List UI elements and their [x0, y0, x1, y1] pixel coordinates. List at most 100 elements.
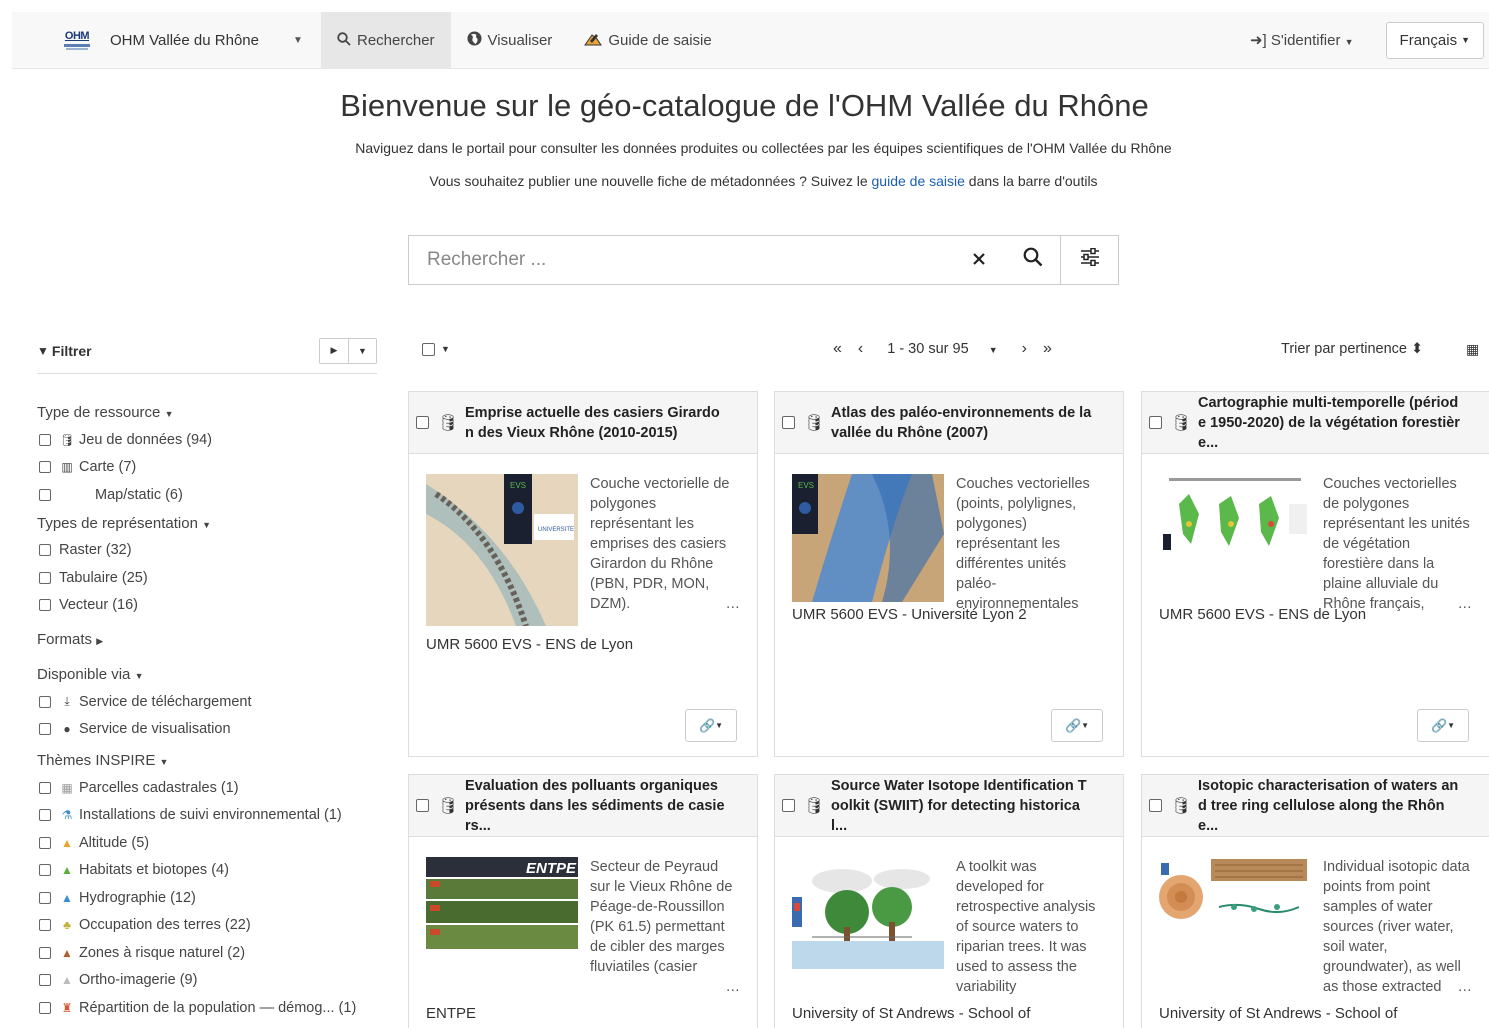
group-title: Types de représentation: [37, 514, 198, 532]
checkbox[interactable]: [39, 836, 51, 849]
group-type-ressource[interactable]: Type de ressource ▼: [37, 404, 377, 422]
card-description: Couches vectorielles (points, polylignes…: [956, 474, 1106, 614]
caret-down-icon[interactable]: ▼: [293, 35, 303, 46]
result-card[interactable]: 🛢 Atlas des paléo-environnements de la v…: [774, 391, 1124, 757]
checkbox[interactable]: [39, 544, 51, 557]
checkbox[interactable]: [39, 809, 51, 822]
card-checkbox[interactable]: [782, 799, 795, 812]
result-card[interactable]: 🛢 Source Water Isotope Identification To…: [774, 774, 1124, 1028]
caret-down-icon: ▼: [1081, 721, 1090, 730]
page-range[interactable]: 1 - 30 sur 95 ▼: [871, 341, 1013, 357]
links-dropdown[interactable]: 🔗 ▼: [1417, 709, 1469, 742]
filter-item[interactable]: ⚗ Installations de suivi environnemental …: [37, 802, 377, 830]
card-title[interactable]: Cartographie multi-temporelle (période 1…: [1198, 393, 1460, 453]
filter-item[interactable]: ▲ Hydrographie (12): [37, 884, 377, 912]
card-checkbox[interactable]: [1149, 799, 1162, 812]
filter-label: Map/static (6): [95, 486, 183, 503]
links-dropdown[interactable]: 🔗 ▼: [1051, 709, 1103, 742]
checkbox[interactable]: [39, 461, 51, 474]
card-thumbnail[interactable]: [1159, 474, 1311, 564]
search-button[interactable]: [1006, 236, 1060, 284]
card-title[interactable]: Source Water Isotope Identification Tool…: [831, 776, 1093, 836]
select-all-dropdown[interactable]: ▼: [408, 342, 450, 356]
filter-item[interactable]: Tabulaire (25): [37, 564, 377, 592]
checkbox[interactable]: [39, 723, 51, 736]
filter-item[interactable]: ♣ Occupation des terres (22): [37, 912, 377, 940]
card-thumbnail[interactable]: EVS: [792, 474, 944, 602]
checkbox[interactable]: [39, 695, 51, 708]
filter-item[interactable]: 🛢 Jeu de données (94): [37, 426, 377, 454]
result-card[interactable]: 🛢 Cartographie multi-temporelle (période…: [1141, 391, 1489, 757]
checkbox[interactable]: [39, 919, 51, 932]
card-title[interactable]: Evaluation des polluants organiques prés…: [465, 776, 727, 836]
nav-search[interactable]: Rechercher: [321, 12, 451, 68]
card-thumbnail[interactable]: ENTPE: [426, 857, 578, 965]
result-card[interactable]: 🛢 Evaluation des polluants organiques pr…: [408, 774, 758, 1028]
play-icon[interactable]: ▶: [320, 339, 348, 363]
subtitle-text-end: dans la barre d'outils: [964, 173, 1098, 189]
checkbox[interactable]: [39, 1001, 51, 1014]
checkbox[interactable]: [39, 974, 51, 987]
filter-item[interactable]: ● Service de visualisation: [37, 716, 377, 744]
brand[interactable]: OHM OHM Vallée du Rhône ▼: [12, 12, 321, 68]
checkbox[interactable]: [39, 433, 51, 446]
last-page-icon[interactable]: »: [1035, 340, 1060, 358]
filter-item[interactable]: ▲ Altitude (5): [37, 829, 377, 857]
group-formats[interactable]: Formats ▶: [37, 631, 377, 649]
search-input[interactable]: [409, 249, 952, 271]
card-thumbnail[interactable]: [792, 857, 944, 969]
card-description-text: A toolkit was developed for retrospectiv…: [956, 859, 1096, 995]
caret-down-icon[interactable]: ▼: [348, 338, 376, 363]
filter-item[interactable]: Vecteur (16): [37, 592, 377, 620]
select-all-checkbox[interactable]: [422, 342, 435, 356]
advanced-search-button[interactable]: [1060, 236, 1118, 284]
first-page-icon[interactable]: «: [825, 340, 850, 358]
card-checkbox[interactable]: [416, 416, 429, 429]
group-themes-inspire[interactable]: Thèmes INSPIRE ▼: [37, 752, 377, 770]
filter-item[interactable]: ▲ Habitats et biotopes (4): [37, 857, 377, 885]
checkbox[interactable]: [39, 946, 51, 959]
next-page-icon[interactable]: ›: [1014, 340, 1035, 358]
result-card[interactable]: 🛢 Isotopic characterisation of waters an…: [1141, 774, 1489, 1028]
card-title[interactable]: Atlas des paléo-environnements de la val…: [831, 403, 1093, 443]
card-checkbox[interactable]: [416, 799, 429, 812]
checkbox[interactable]: [39, 571, 51, 584]
card-thumbnail[interactable]: [1159, 857, 1311, 937]
prev-page-icon[interactable]: ‹: [850, 340, 871, 358]
nav-guide-label: Guide de saisie: [608, 31, 712, 49]
nav-visualize[interactable]: Visualiser: [451, 12, 569, 68]
checkbox[interactable]: [39, 781, 51, 794]
card-description: Couches vectorielles de polygones représ…: [1323, 474, 1472, 614]
group-types-representation[interactable]: Types de représentation ▼: [37, 515, 377, 533]
group-disponible-via[interactable]: Disponible via ▼: [37, 666, 377, 684]
result-card[interactable]: 🛢 Emprise actuelle des casiers Girardon …: [408, 391, 758, 757]
card-thumbnail[interactable]: EVS UNIVERSITE: [426, 474, 578, 626]
card-title[interactable]: Emprise actuelle des casiers Girardon de…: [465, 403, 727, 443]
language-select[interactable]: Français ▼: [1385, 21, 1484, 59]
filter-item[interactable]: ▲ Zones à risque naturel (2): [37, 939, 377, 967]
nav-guide[interactable]: Guide de saisie: [568, 12, 727, 68]
filter-item[interactable]: ▥ Carte (7): [37, 454, 377, 482]
sort-select[interactable]: Trier par pertinence ⬍: [1281, 341, 1423, 357]
card-checkbox[interactable]: [782, 416, 795, 429]
links-dropdown[interactable]: 🔗 ▼: [685, 709, 737, 742]
filter-item[interactable]: ▲ Ortho-imagerie (9): [37, 967, 377, 995]
checkbox[interactable]: [39, 891, 51, 904]
card-checkbox[interactable]: [1149, 416, 1162, 429]
page-subtitle-guide: Vous souhaitez publier une nouvelle fich…: [0, 173, 1489, 189]
filter-item[interactable]: ♜ Répartition de la population — démog...…: [37, 994, 377, 1022]
checkbox[interactable]: [39, 488, 51, 501]
checkbox[interactable]: [39, 864, 51, 877]
grid-view-icon[interactable]: ▦: [1466, 341, 1479, 358]
checkbox[interactable]: [39, 599, 51, 612]
login-menu[interactable]: ➜] S'identifier ▼: [1250, 31, 1354, 49]
caret-down-icon: ▼: [1344, 37, 1354, 47]
filter-label: Service de téléchargement: [79, 693, 252, 710]
filter-item[interactable]: Raster (32): [37, 537, 377, 565]
clear-search-button[interactable]: [952, 236, 1006, 284]
filter-item[interactable]: ⤓ Service de téléchargement: [37, 688, 377, 716]
card-title[interactable]: Isotopic characterisation of waters and …: [1198, 776, 1460, 836]
filter-item[interactable]: ▦ Parcelles cadastrales (1): [37, 774, 377, 802]
guide-link[interactable]: guide de saisie: [872, 173, 965, 189]
filter-item[interactable]: Map/static (6): [37, 481, 377, 509]
